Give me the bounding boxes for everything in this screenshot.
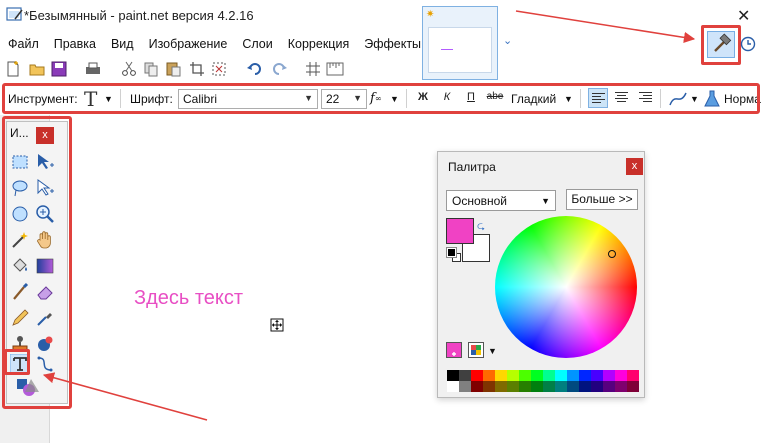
crop-icon[interactable] <box>188 60 206 78</box>
palette-mode-value: Основной <box>452 194 508 208</box>
menu-image[interactable]: Изображение <box>141 33 235 55</box>
swap-colors-icon[interactable]: ⮎ <box>477 219 485 236</box>
palette-swatch[interactable] <box>531 381 543 392</box>
chevron-down-icon: ▼ <box>541 196 550 206</box>
menu-edit[interactable]: Правка <box>46 33 103 55</box>
chevron-down-icon[interactable]: ⌄ <box>503 34 512 47</box>
primary-color-swatch[interactable] <box>446 218 474 244</box>
menu-effects[interactable]: Эффекты <box>356 33 428 55</box>
paste-icon[interactable] <box>164 60 182 78</box>
color-wheel[interactable] <box>495 216 637 358</box>
copy-icon[interactable] <box>142 60 160 78</box>
ruler-icon[interactable] <box>326 60 344 78</box>
menu-adjustments[interactable]: Коррекция <box>280 33 356 55</box>
palette-swatch[interactable] <box>567 381 579 392</box>
palette-swatch[interactable] <box>543 370 555 381</box>
redo-icon[interactable] <box>270 60 288 78</box>
chevron-down-icon[interactable]: ▼ <box>488 346 497 356</box>
thumbnail-text-mark <box>441 49 453 50</box>
palette-swatch[interactable] <box>627 381 639 392</box>
close-window-button[interactable]: ✕ <box>737 6 750 26</box>
palette-swatch[interactable] <box>579 381 591 392</box>
palette-swatch[interactable] <box>507 381 519 392</box>
undo-icon[interactable] <box>246 60 264 78</box>
new-icon[interactable] <box>4 60 22 78</box>
palette-swatch[interactable] <box>555 370 567 381</box>
menu-file[interactable]: Файл <box>0 33 46 55</box>
window-title: *Безымянный - paint.net версия 4.2.16 <box>24 8 254 23</box>
palette-window: Палитра x Основной ▼ Больше >> ⮎ ▼ <box>437 151 645 398</box>
palette-close-button[interactable]: x <box>626 158 643 175</box>
palette-swatch[interactable] <box>603 381 615 392</box>
palette-swatch[interactable] <box>591 370 603 381</box>
add-color-button[interactable] <box>446 342 462 358</box>
palette-swatch[interactable] <box>471 370 483 381</box>
palette-mode-select[interactable]: Основной ▼ <box>446 190 556 211</box>
text-tool-highlight-box <box>4 349 30 375</box>
palette-swatch[interactable] <box>459 370 471 381</box>
menu-layers[interactable]: Слои <box>234 33 279 55</box>
palette-swatch[interactable] <box>483 381 495 392</box>
cut-icon[interactable] <box>120 60 138 78</box>
palette-swatch[interactable] <box>507 370 519 381</box>
palette-swatch[interactable] <box>543 381 555 392</box>
menu-view[interactable]: Вид <box>103 33 141 55</box>
palette-swatch[interactable] <box>591 381 603 392</box>
palette-swatch[interactable] <box>615 370 627 381</box>
save-icon[interactable] <box>50 60 68 78</box>
palette-swatch[interactable] <box>495 381 507 392</box>
open-icon[interactable] <box>28 60 46 78</box>
settings-highlight-box <box>701 25 741 65</box>
reset-colors-black-icon[interactable] <box>446 247 457 258</box>
palette-swatch[interactable] <box>603 370 615 381</box>
history-icon[interactable] <box>739 35 757 53</box>
palette-menu-button[interactable] <box>468 342 484 358</box>
palette-title: Палитра <box>448 160 496 174</box>
unsaved-star-icon: ✷ <box>426 9 435 20</box>
text-move-handle-icon[interactable] <box>270 318 284 332</box>
thumbnail-preview <box>428 27 492 73</box>
palette-swatch[interactable] <box>483 370 495 381</box>
palette-swatch[interactable] <box>519 381 531 392</box>
standard-toolbar <box>4 60 344 82</box>
image-thumbnail-tab[interactable]: ✷ <box>422 6 498 80</box>
tool-options-highlight-box <box>2 83 760 114</box>
palette-grid-icon <box>471 345 481 355</box>
plus-icon <box>452 352 456 356</box>
palette-swatch[interactable] <box>495 370 507 381</box>
palette-swatch[interactable] <box>579 370 591 381</box>
palette-swatch[interactable] <box>627 370 639 381</box>
deselect-icon[interactable] <box>210 60 228 78</box>
palette-swatch[interactable] <box>615 381 627 392</box>
palette-swatch[interactable] <box>447 381 459 392</box>
canvas-text[interactable]: Здесь текст <box>134 287 243 310</box>
more-button[interactable]: Больше >> <box>566 189 638 210</box>
palette-swatch[interactable] <box>567 370 579 381</box>
app-icon <box>6 7 23 21</box>
palette-swatch[interactable] <box>471 381 483 392</box>
menu-bar: Файл Правка Вид Изображение Слои Коррекц… <box>0 33 421 55</box>
grid-icon[interactable] <box>304 60 322 78</box>
palette-swatch[interactable] <box>459 381 471 392</box>
print-icon[interactable] <box>84 60 102 78</box>
palette-swatch[interactable] <box>531 370 543 381</box>
palette-swatch[interactable] <box>447 370 459 381</box>
palette-swatch[interactable] <box>519 370 531 381</box>
palette-swatch[interactable] <box>555 381 567 392</box>
color-wheel-marker[interactable] <box>608 250 616 258</box>
